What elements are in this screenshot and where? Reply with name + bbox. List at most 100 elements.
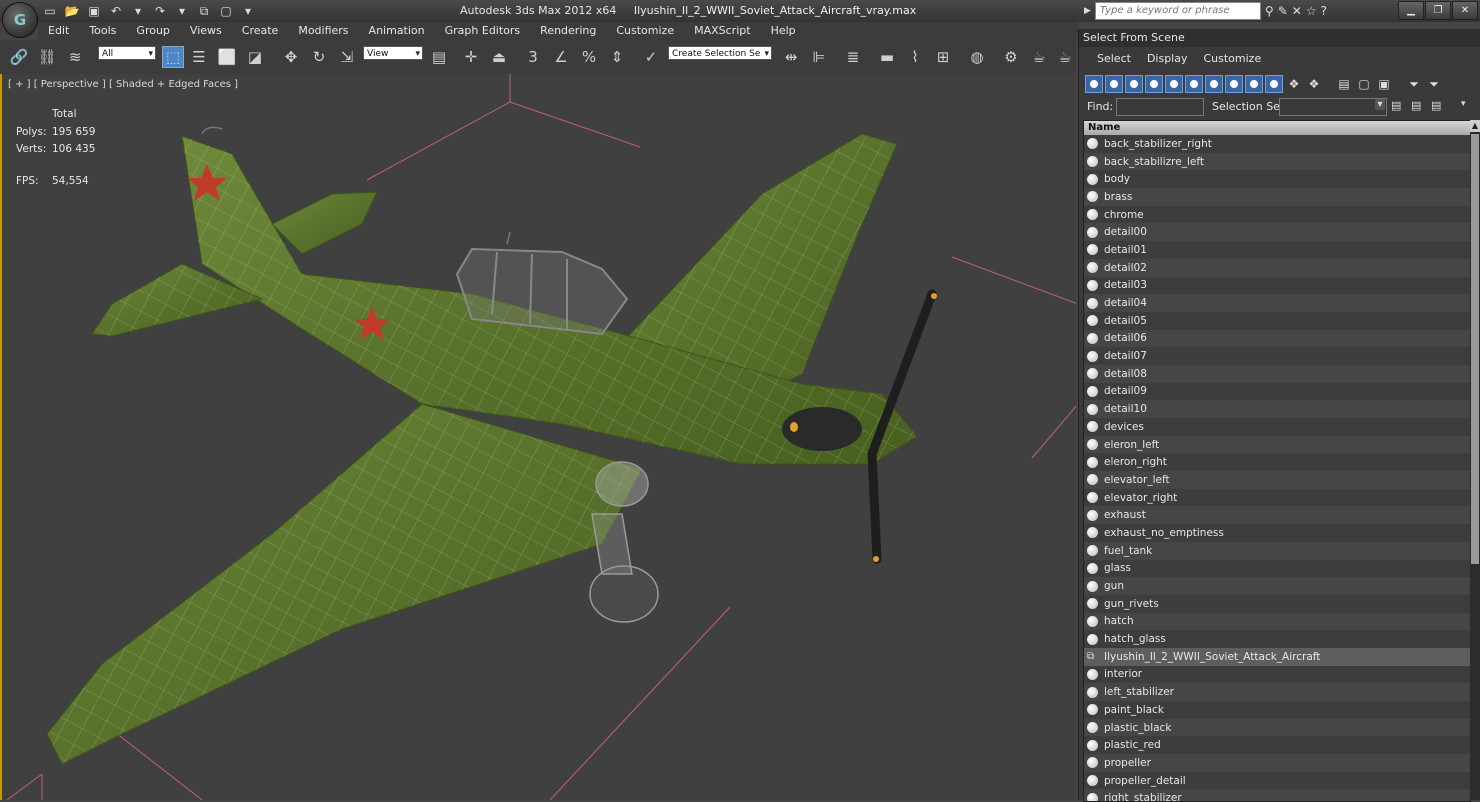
display-groups-icon[interactable] [1205,75,1223,93]
menu-modifiers[interactable]: Modifiers [288,22,358,40]
list-item[interactable]: detail00 [1084,223,1470,242]
menu-edit[interactable]: Edit [38,22,79,40]
display-helpers-icon[interactable] [1165,75,1183,93]
layer-manager-icon[interactable]: ≣ [842,46,864,68]
ribbon-toggle-icon[interactable]: ▬ [876,46,898,68]
favorites-star-icon[interactable]: ☆ [1306,4,1317,18]
list-item[interactable]: glass [1084,559,1470,578]
rendered-frame-icon[interactable]: ☕ [1028,46,1050,68]
list-item[interactable]: hatch_glass [1084,630,1470,648]
schematic-view-icon[interactable]: ⊞ [932,46,954,68]
render-production-icon[interactable]: ☕ [1054,46,1076,68]
align-icon[interactable]: ⊫ [808,46,830,68]
curve-editor-icon[interactable]: ⌇ [904,46,926,68]
list-item[interactable]: eleron_right [1084,453,1470,472]
render-setup-icon[interactable]: ⚙ [1000,46,1022,68]
filter-options-icon[interactable]: ⏷ [1425,75,1443,93]
workspace-icon[interactable]: ▢ [216,2,236,20]
list-item[interactable]: exhaust_no_emptiness [1084,524,1470,542]
list-item[interactable]: gun_rivets [1084,594,1470,613]
window-crossing-icon[interactable]: ◪ [244,46,266,68]
display-geometry-icon[interactable] [1085,75,1103,93]
close-button[interactable]: ✕ [1452,1,1478,20]
list-item[interactable]: left_stabilizer [1084,683,1470,701]
redo-dropdown-icon[interactable]: ▾ [172,2,192,20]
percent-snap-icon[interactable]: % [578,46,600,68]
display-xrefs-icon[interactable] [1225,75,1243,93]
list-item[interactable]: elevator_right [1084,488,1470,507]
restore-button[interactable]: ❐ [1425,1,1451,20]
list-item[interactable]: detail01 [1084,241,1470,259]
open-file-icon[interactable]: 📂 [62,2,82,20]
pivot-center-icon[interactable]: ▤ [428,46,450,68]
selection-set-dropdown[interactable] [1279,98,1387,116]
selection-set-add-icon[interactable]: ▤ [1391,99,1401,112]
list-item[interactable]: propeller_detail [1084,771,1470,790]
display-lights-icon[interactable] [1125,75,1143,93]
list-header-name[interactable]: Name [1084,121,1470,135]
viewport-label[interactable]: [ + ] [ Perspective ] [ Shaded + Edged F… [8,79,238,90]
list-item[interactable]: detail08 [1084,364,1470,383]
angle-snap-icon[interactable]: ∠ [550,46,572,68]
list-item[interactable]: detail10 [1084,400,1470,418]
reference-coordinate-dropdown[interactable]: View [363,46,423,61]
rectangular-region-icon[interactable]: ⬜ [216,46,238,68]
minimize-button[interactable]: ▁ [1398,1,1424,20]
list-item[interactable]: elevator_left [1084,471,1470,489]
menu-create[interactable]: Create [232,22,289,40]
help-icon[interactable]: ? [1321,4,1327,18]
qat-dropdown-icon[interactable]: ▾ [238,2,258,20]
panel-menu-customize[interactable]: Customize [1195,49,1269,69]
display-shapes-icon[interactable] [1105,75,1123,93]
binoculars-icon[interactable]: ⚲ [1265,4,1274,18]
panel-title[interactable]: Select From Scene [1079,29,1480,47]
list-item[interactable]: brass [1084,188,1470,206]
list-item[interactable]: detail09 [1084,382,1470,401]
display-frozen-icon[interactable]: ❖ [1285,75,1303,93]
scale-icon[interactable]: ⇲ [336,46,358,68]
list-item[interactable]: chrome [1084,205,1470,224]
selection-set-remove-icon[interactable]: ▤ [1411,99,1421,112]
redo-icon[interactable]: ↷ [150,2,170,20]
find-input[interactable] [1116,98,1204,116]
list-item[interactable]: detail03 [1084,276,1470,295]
list-item[interactable]: exhaust [1084,506,1470,525]
select-all-icon[interactable]: ▤ [1335,75,1353,93]
list-item[interactable]: devices [1084,418,1470,436]
list-item[interactable]: right_stabilizer [1084,789,1470,801]
menu-rendering[interactable]: Rendering [530,22,606,40]
snaps-toggle-icon[interactable]: 3 [522,46,544,68]
perspective-viewport[interactable]: [ + ] [ Perspective ] [ Shaded + Edged F… [0,74,1076,800]
selection-filter-dropdown[interactable]: All [98,46,156,61]
undo-icon[interactable]: ↶ [106,2,126,20]
communication-icon[interactable]: ✕ [1292,4,1302,18]
unlink-icon[interactable]: ⛓ [36,46,58,68]
menu-views[interactable]: Views [180,22,232,40]
list-item[interactable]: paint_black [1084,701,1470,719]
subscription-icon[interactable]: ✎ [1278,4,1288,18]
menu-customize[interactable]: Customize [606,22,684,40]
link-icon[interactable]: 🔗 [8,46,30,68]
panel-menu-display[interactable]: Display [1139,49,1196,69]
list-item[interactable]: body [1084,170,1470,189]
select-by-name-icon[interactable]: ☰ [188,46,210,68]
move-icon[interactable]: ✥ [280,46,302,68]
edit-named-selection-icon[interactable]: ✓ [640,46,662,68]
undo-dropdown-icon[interactable]: ▾ [128,2,148,20]
list-item[interactable]: ⧉ Ilyushin_Il_2_WWII_Soviet_Attack_Aircra… [1084,647,1470,666]
filter-icon[interactable]: ⏷ [1405,75,1423,93]
scroll-up-icon[interactable]: ▲ [1470,120,1480,132]
display-bones-icon[interactable] [1245,75,1263,93]
list-item[interactable]: plastic_black [1084,718,1470,737]
display-space-warps-icon[interactable] [1185,75,1203,93]
mirror-icon[interactable]: ⇹ [780,46,802,68]
list-item[interactable]: detail07 [1084,347,1470,365]
select-object-icon[interactable]: ⬚ [162,46,184,68]
app-logo-button[interactable]: G [2,2,38,38]
panel-options-icon[interactable]: ▾ [1461,99,1466,109]
menu-maxscript[interactable]: MAXScript [684,22,760,40]
spinner-snap-icon[interactable]: ⇕ [606,46,628,68]
panel-menu-select[interactable]: Select [1089,49,1139,69]
select-none-icon[interactable]: ▢ [1355,75,1373,93]
list-item[interactable]: plastic_red [1084,736,1470,755]
